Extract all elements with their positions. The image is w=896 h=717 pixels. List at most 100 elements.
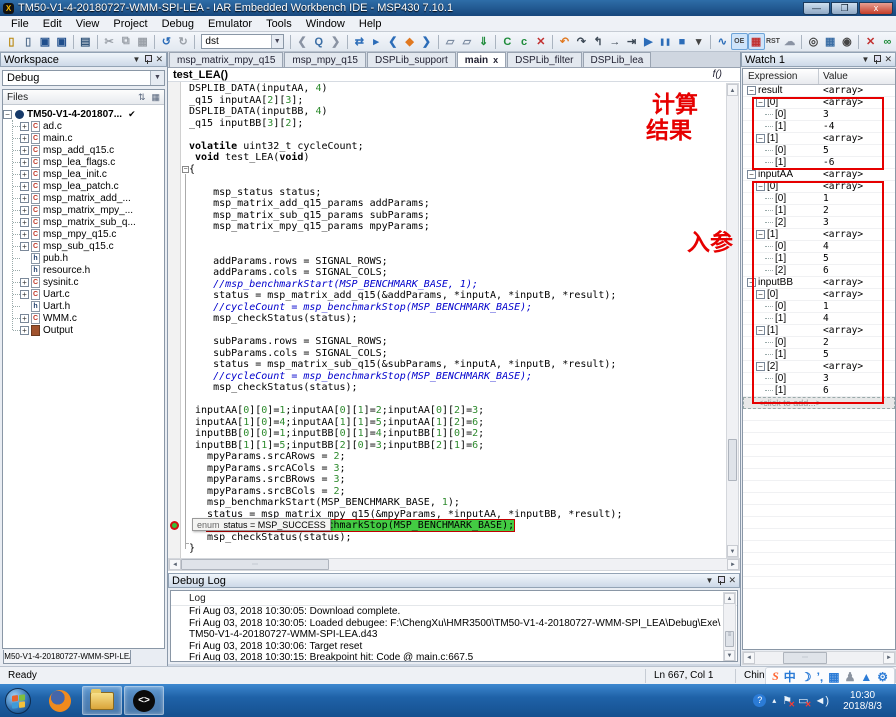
help-tray-icon[interactable]: ? bbox=[753, 694, 766, 707]
make-icon[interactable]: C bbox=[499, 33, 516, 50]
log-column-header[interactable]: Log bbox=[171, 591, 737, 606]
watch-empty-row[interactable] bbox=[743, 433, 895, 445]
save-icon[interactable]: ▣ bbox=[37, 33, 54, 50]
next-doc-icon[interactable]: ▱ bbox=[458, 33, 475, 50]
code-line[interactable]: } bbox=[189, 543, 622, 555]
collapse-icon[interactable]: − bbox=[747, 170, 756, 179]
code-line[interactable]: //msp_benchmarkStart(MSP_BENCHMARK_BASE,… bbox=[189, 279, 622, 291]
code-line[interactable]: msp_benchmarkStart(MSP_BENCHMARK_BASE, 1… bbox=[189, 497, 622, 509]
tab-main[interactable]: mainx bbox=[457, 52, 506, 67]
log-vertical-scrollbar[interactable]: ▲ ≡ ▼ bbox=[723, 592, 736, 662]
scroll-left-icon[interactable]: ◄ bbox=[169, 559, 181, 570]
watch-row[interactable]: −[1]<array> bbox=[743, 133, 895, 145]
code-line[interactable]: volatile uint32_t cycleCount; bbox=[189, 141, 622, 153]
scroll-up-icon[interactable]: ▲ bbox=[727, 84, 738, 96]
break-icon[interactable]: ❚❚ bbox=[657, 33, 674, 50]
code-line[interactable]: mpyParams.srcBCols = 2; bbox=[189, 486, 622, 498]
watch-empty-row[interactable] bbox=[743, 577, 895, 589]
watch-row[interactable]: −[1]<array> bbox=[743, 325, 895, 337]
code-line[interactable]: inputBB[0][0]=1;inputBB[0][1]=4;inputBB[… bbox=[189, 428, 622, 440]
start-button[interactable] bbox=[5, 688, 31, 714]
step-next-icon[interactable]: ⇥ bbox=[623, 33, 640, 50]
watch-empty-row[interactable] bbox=[743, 529, 895, 541]
flag-tray-icon[interactable]: ⚑✕ bbox=[782, 694, 792, 707]
code-line[interactable]: inputAA[1][0]=4;inputAA[1][1]=5;inputAA[… bbox=[189, 417, 622, 429]
menu-help[interactable]: Help bbox=[352, 17, 389, 31]
collapse-icon[interactable]: − bbox=[3, 110, 12, 119]
tab-msp_matrix_mpy_q15[interactable]: msp_matrix_mpy_q15 bbox=[169, 52, 283, 67]
editor-vertical-scrollbar[interactable]: ▲ ▼ bbox=[726, 83, 739, 558]
step-out-icon[interactable]: ↰ bbox=[590, 33, 607, 50]
code-line[interactable]: addParams.rows = SIGNAL_ROWS; bbox=[189, 256, 622, 268]
sidebar-item-msp-matrix-add-[interactable]: +Cmsp_matrix_add_... bbox=[3, 192, 164, 204]
expression-column-header[interactable]: Expression bbox=[743, 69, 819, 84]
expand-icon[interactable]: + bbox=[20, 314, 29, 323]
watch-empty-row[interactable] bbox=[743, 409, 895, 421]
code-line[interactable]: //cycleCount = msp_benchmarkStop(MSP_BEN… bbox=[189, 302, 622, 314]
fold-collapse-icon[interactable]: − bbox=[182, 166, 189, 173]
workspace-bottom-tab[interactable]: TM50-V1-4-20180727-WMM-SPI-LEA bbox=[3, 650, 131, 664]
watch-row[interactable]: −result<array> bbox=[743, 85, 895, 97]
cut-icon[interactable]: ✂ bbox=[101, 33, 118, 50]
project-root-row[interactable]: −TM50-V1-4-201807...✔ bbox=[3, 108, 164, 120]
watch-row[interactable]: −[0]<array> bbox=[743, 289, 895, 301]
expand-icon[interactable]: + bbox=[20, 146, 29, 155]
watch-row[interactable]: −inputBB<array> bbox=[743, 277, 895, 289]
watch-row[interactable]: [1]-4 bbox=[743, 121, 895, 133]
watch-empty-row[interactable] bbox=[743, 493, 895, 505]
sidebar-item-output[interactable]: +Output bbox=[3, 324, 164, 336]
watch-empty-row[interactable] bbox=[743, 481, 895, 493]
sidebar-item-pub-h[interactable]: hpub.h bbox=[3, 252, 164, 264]
log-scroll-thumb[interactable]: ≡ bbox=[725, 631, 734, 647]
watch-horizontal-scrollbar[interactable]: ◄ ⋯ ► bbox=[742, 651, 896, 665]
collapse-icon[interactable]: − bbox=[747, 278, 756, 287]
nav-forward-icon[interactable]: ❯ bbox=[327, 33, 344, 50]
watch-row[interactable]: [0]3 bbox=[743, 373, 895, 385]
print-icon[interactable]: ▤ bbox=[77, 33, 94, 50]
expand-icon[interactable]: + bbox=[20, 242, 29, 251]
code-line[interactable]: _q15 inputAA[2][3]; bbox=[189, 95, 622, 107]
oe-toggle-icon[interactable]: OE bbox=[731, 33, 748, 50]
watch-row[interactable]: −[1]<array> bbox=[743, 229, 895, 241]
chevron-down-icon[interactable]: ▼ bbox=[271, 35, 283, 48]
watch-pin-icon[interactable] bbox=[873, 55, 880, 64]
code-line[interactable]: msp_checkStatus(status); bbox=[189, 532, 622, 544]
code-line[interactable]: msp_status status; bbox=[189, 187, 622, 199]
close-button[interactable]: x bbox=[859, 2, 893, 15]
workspace-pin-icon[interactable] bbox=[144, 55, 151, 64]
code-line[interactable] bbox=[189, 129, 622, 141]
angle-right-icon[interactable]: ❯ bbox=[418, 33, 435, 50]
log-scroll-down-icon[interactable]: ▼ bbox=[724, 650, 735, 661]
code-line[interactable]: subParams.rows = SIGNAL_ROWS; bbox=[189, 336, 622, 348]
watch-empty-row[interactable] bbox=[743, 553, 895, 565]
menu-debug[interactable]: Debug bbox=[155, 17, 201, 31]
taskbar-firefox-button[interactable] bbox=[40, 686, 80, 715]
value-column-header[interactable]: Value bbox=[819, 69, 848, 84]
minimize-button[interactable]: — bbox=[803, 2, 830, 15]
sidebar-item-msp-sub-q15-c[interactable]: +Cmsp_sub_q15.c bbox=[3, 240, 164, 252]
sogou-logo-icon[interactable]: S bbox=[772, 669, 779, 684]
angle-left-icon[interactable]: ❮ bbox=[384, 33, 401, 50]
expand-icon[interactable]: + bbox=[20, 218, 29, 227]
collapse-icon[interactable]: − bbox=[756, 182, 765, 191]
sidebar-item-resource-h[interactable]: hresource.h bbox=[3, 264, 164, 276]
go-icon[interactable]: ▶ bbox=[640, 33, 657, 50]
breakpoints-chip-icon[interactable]: ▦ bbox=[748, 33, 765, 50]
watch-row[interactable]: −[2]<array> bbox=[743, 361, 895, 373]
code-line[interactable]: status = msp_matrix_sub_q15(&subParams, … bbox=[189, 359, 622, 371]
code-line[interactable]: msp_matrix_add_q15_params addParams; bbox=[189, 198, 622, 210]
tab-dsplib_filter[interactable]: DSPLib_filter bbox=[507, 52, 581, 67]
sidebar-item-msp-lea-patch-c[interactable]: +Cmsp_lea_patch.c bbox=[3, 180, 164, 192]
watch-column-headers[interactable]: Expression Value bbox=[743, 69, 895, 85]
menu-view[interactable]: View bbox=[69, 17, 107, 31]
sidebar-item-msp-lea-init-c[interactable]: +Cmsp_lea_init.c bbox=[3, 168, 164, 180]
menu-edit[interactable]: Edit bbox=[36, 17, 69, 31]
watch-row[interactable]: [2]3 bbox=[743, 217, 895, 229]
code-line[interactable] bbox=[189, 244, 622, 256]
co-loop-icon[interactable]: ∞ bbox=[879, 33, 896, 50]
watch-empty-row[interactable] bbox=[743, 541, 895, 553]
collapse-icon[interactable]: − bbox=[756, 230, 765, 239]
watch-row[interactable]: [0]4 bbox=[743, 241, 895, 253]
stop-debug-icon[interactable]: ■ bbox=[674, 33, 691, 50]
expand-icon[interactable]: + bbox=[20, 170, 29, 179]
